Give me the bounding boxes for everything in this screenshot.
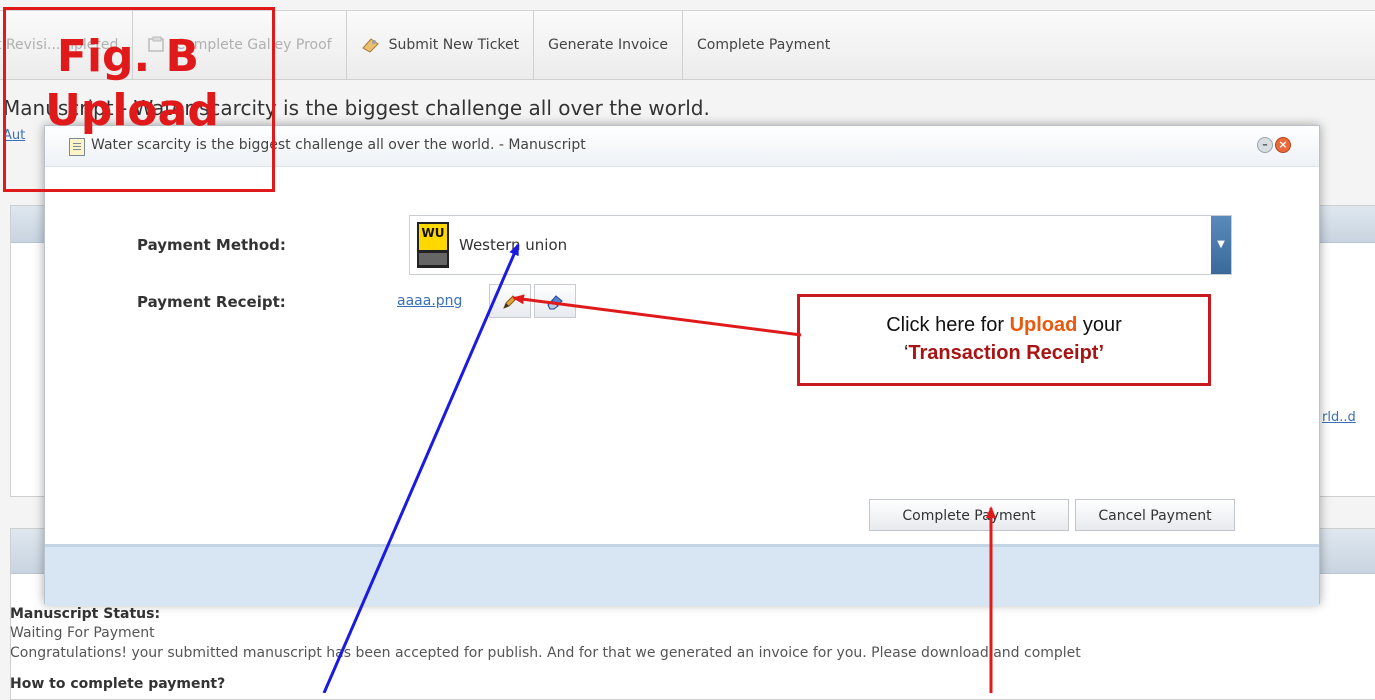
toolbar-item-complete-payment-label: Complete Payment (697, 37, 831, 53)
callout-text-pre: Click here for (886, 314, 1010, 336)
toolbar-item-submit-ticket-label: Submit New Ticket (388, 37, 520, 53)
download-link[interactable]: rld..d (1322, 410, 1356, 425)
howto-heading: How to complete payment? (10, 676, 226, 692)
callout-bold: Transaction Receipt’ (908, 342, 1105, 364)
upload-callout: Click here for Upload your ‘Transaction … (797, 294, 1211, 386)
status-value: Waiting For Payment (10, 625, 155, 641)
toolbar-item-generate-invoice-label: Generate Invoice (548, 37, 668, 53)
toolbar-item-generate-invoice[interactable]: Generate Invoice (534, 11, 683, 79)
callout-highlight: Upload (1009, 314, 1078, 336)
western-union-logo-text: WU (419, 224, 447, 250)
pencil-icon (501, 292, 519, 310)
payment-receipt-label: Payment Receipt: (137, 293, 286, 311)
western-union-logo-icon: WU (417, 222, 449, 268)
payment-method-value: Western union (459, 236, 568, 254)
ticket-icon (361, 36, 381, 54)
close-icon[interactable]: × (1275, 137, 1291, 153)
toolbar-item-complete-payment[interactable]: Complete Payment (683, 11, 844, 79)
callout-text-mid: your (1077, 314, 1122, 336)
status-label: Manuscript Status: (10, 606, 161, 622)
complete-payment-button[interactable]: Complete Payment (869, 499, 1069, 531)
upload-edit-button[interactable] (489, 284, 531, 318)
figure-sublabel: Upload (45, 85, 219, 136)
eraser-icon (545, 292, 565, 310)
figure-label: Fig. B (56, 31, 200, 82)
modal-footer (45, 544, 1319, 606)
figure-label-box: Fig. B Upload (3, 7, 275, 192)
minimize-icon[interactable]: – (1257, 137, 1273, 153)
receipt-file-link[interactable]: aaaa.png (397, 293, 462, 309)
status-message: Congratulations! your submitted manuscri… (10, 645, 1081, 661)
toolbar-item-submit-ticket[interactable]: Submit New Ticket (347, 11, 535, 79)
payment-method-select[interactable]: WU Western union ▼ (409, 215, 1232, 275)
dropdown-arrow-icon[interactable]: ▼ (1211, 216, 1231, 274)
cancel-payment-button[interactable]: Cancel Payment (1075, 499, 1235, 531)
remove-receipt-button[interactable] (534, 284, 576, 318)
payment-method-label: Payment Method: (137, 236, 286, 254)
